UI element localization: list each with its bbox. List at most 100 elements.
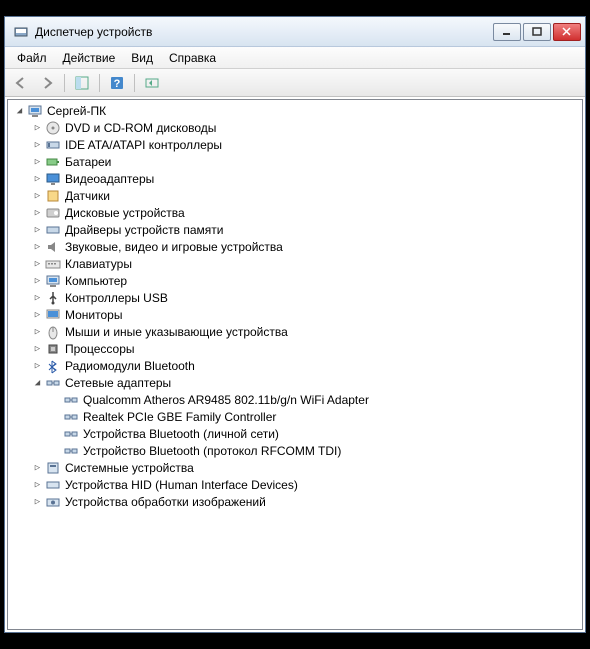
battery-icon xyxy=(45,154,61,170)
tree-device-node[interactable]: Realtek PCIe GBE Family Controller xyxy=(10,408,580,425)
expand-icon[interactable]: ▷ xyxy=(30,273,45,288)
mouse-icon xyxy=(45,324,61,340)
expand-icon[interactable]: ▷ xyxy=(30,341,45,356)
toolbar: ? xyxy=(5,69,585,97)
expand-icon[interactable]: ▷ xyxy=(30,324,45,339)
network-adapter-icon xyxy=(63,392,79,408)
expand-icon[interactable]: ▷ xyxy=(30,154,45,169)
tree-node-label: Устройство Bluetooth (протокол RFCOMM TD… xyxy=(83,444,341,458)
tree-category-node[interactable]: ▷ IDE ATA/ATAPI контроллеры xyxy=(10,136,580,153)
svg-text:?: ? xyxy=(114,78,121,90)
network-icon xyxy=(45,375,61,391)
expand-icon[interactable]: ▷ xyxy=(30,358,45,373)
tree-device-node[interactable]: Qualcomm Atheros AR9485 802.11b/g/n WiFi… xyxy=(10,391,580,408)
expand-icon[interactable]: ▷ xyxy=(30,307,45,322)
tree-root-node[interactable]: ◢ Сергей-ПК xyxy=(10,102,580,119)
tree-node-label: Дисковые устройства xyxy=(65,206,185,220)
network-adapter-icon xyxy=(63,409,79,425)
tree-node-label: Устройства обработки изображений xyxy=(65,495,266,509)
tree-node-label: IDE ATA/ATAPI контроллеры xyxy=(65,138,222,152)
expand-icon[interactable]: ▷ xyxy=(30,171,45,186)
tree-category-node[interactable]: ▷ Радиомодули Bluetooth xyxy=(10,357,580,374)
tree-category-node[interactable]: ▷ DVD и CD-ROM дисководы xyxy=(10,119,580,136)
tree-node-label: Драйверы устройств памяти xyxy=(65,223,223,237)
window-title: Диспетчер устройств xyxy=(35,25,493,39)
tree-node-label: Видеоадаптеры xyxy=(65,172,154,186)
tree-category-node[interactable]: ▷ Мониторы xyxy=(10,306,580,323)
expand-icon[interactable]: ▷ xyxy=(30,494,45,509)
tree-category-node[interactable]: ▷ Процессоры xyxy=(10,340,580,357)
collapse-icon[interactable]: ◢ xyxy=(12,103,27,118)
expand-icon[interactable]: ▷ xyxy=(30,137,45,152)
sound-icon xyxy=(45,239,61,255)
tree-node-label: Датчики xyxy=(65,189,110,203)
toolbar-separator xyxy=(64,74,65,92)
tree-category-node[interactable]: ▷ Драйверы устройств памяти xyxy=(10,221,580,238)
tree-node-label: Realtek PCIe GBE Family Controller xyxy=(83,410,276,424)
tree-category-node[interactable]: ▷ Датчики xyxy=(10,187,580,204)
forward-button[interactable] xyxy=(35,72,59,94)
expand-icon[interactable]: ▷ xyxy=(30,188,45,203)
show-hide-console-tree-button[interactable] xyxy=(70,72,94,94)
tree-category-node[interactable]: ▷ Компьютер xyxy=(10,272,580,289)
menu-file[interactable]: Файл xyxy=(9,49,55,67)
tree-category-node[interactable]: ▷ Батареи xyxy=(10,153,580,170)
expand-icon[interactable]: ▷ xyxy=(30,256,45,271)
titlebar[interactable]: Диспетчер устройств xyxy=(5,17,585,47)
tree-category-node[interactable]: ▷ Устройства HID (Human Interface Device… xyxy=(10,476,580,493)
expand-icon[interactable]: ▷ xyxy=(30,120,45,135)
back-button[interactable] xyxy=(9,72,33,94)
tree-node-label: Qualcomm Atheros AR9485 802.11b/g/n WiFi… xyxy=(83,393,369,407)
tree-device-node[interactable]: Устройства Bluetooth (личной сети) xyxy=(10,425,580,442)
menu-view[interactable]: Вид xyxy=(123,49,161,67)
expand-icon[interactable]: ▷ xyxy=(30,222,45,237)
collapse-icon[interactable]: ◢ xyxy=(30,375,45,390)
expand-icon[interactable]: ▷ xyxy=(30,477,45,492)
display-icon xyxy=(45,171,61,187)
minimize-button[interactable] xyxy=(493,23,521,41)
tree-category-node[interactable]: ▷ Клавиатуры xyxy=(10,255,580,272)
app-icon xyxy=(13,24,29,40)
device-tree[interactable]: ◢ Сергей-ПК ▷ DVD и CD-ROM дисководы ▷ I… xyxy=(7,99,583,630)
scan-hardware-button[interactable] xyxy=(140,72,164,94)
tree-node-label: Сергей-ПК xyxy=(47,104,106,118)
tree-node-label: Компьютер xyxy=(65,274,127,288)
maximize-button[interactable] xyxy=(523,23,551,41)
expand-icon[interactable]: ▷ xyxy=(30,290,45,305)
computer-icon xyxy=(45,273,61,289)
tree-category-node[interactable]: ▷ Звуковые, видео и игровые устройства xyxy=(10,238,580,255)
disk-icon xyxy=(45,205,61,221)
tree-node-label: Сетевые адаптеры xyxy=(65,376,171,390)
tree-node-label: Устройства Bluetooth (личной сети) xyxy=(83,427,279,441)
tree-category-node[interactable]: ▷ Мыши и иные указывающие устройства xyxy=(10,323,580,340)
network-adapter-icon xyxy=(63,426,79,442)
expand-icon[interactable]: ▷ xyxy=(30,460,45,475)
network-adapter-icon xyxy=(63,443,79,459)
tree-node-label: Мониторы xyxy=(65,308,122,322)
expand-icon[interactable]: ▷ xyxy=(30,205,45,220)
hid-icon xyxy=(45,477,61,493)
tree-category-node[interactable]: ▷ Видеоадаптеры xyxy=(10,170,580,187)
expand-icon[interactable]: ▷ xyxy=(30,239,45,254)
tree-category-node[interactable]: ▷ Контроллеры USB xyxy=(10,289,580,306)
menubar: Файл Действие Вид Справка xyxy=(5,47,585,69)
tree-node-label: Устройства HID (Human Interface Devices) xyxy=(65,478,298,492)
tree-node-label: Системные устройства xyxy=(65,461,194,475)
tree-category-node[interactable]: ▷ Устройства обработки изображений xyxy=(10,493,580,510)
tree-category-node[interactable]: ▷ Системные устройства xyxy=(10,459,580,476)
cpu-icon xyxy=(45,341,61,357)
help-button[interactable]: ? xyxy=(105,72,129,94)
tree-node-label: Процессоры xyxy=(65,342,135,356)
tree-node-label: Звуковые, видео и игровые устройства xyxy=(65,240,283,254)
menu-action[interactable]: Действие xyxy=(55,49,124,67)
tree-category-node[interactable]: ◢ Сетевые адаптеры xyxy=(10,374,580,391)
toolbar-separator xyxy=(134,74,135,92)
ide-icon xyxy=(45,137,61,153)
close-button[interactable] xyxy=(553,23,581,41)
tree-device-node[interactable]: Устройство Bluetooth (протокол RFCOMM TD… xyxy=(10,442,580,459)
tree-node-label: Мыши и иные указывающие устройства xyxy=(65,325,288,339)
tree-node-label: DVD и CD-ROM дисководы xyxy=(65,121,216,135)
menu-help[interactable]: Справка xyxy=(161,49,224,67)
usb-icon xyxy=(45,290,61,306)
tree-category-node[interactable]: ▷ Дисковые устройства xyxy=(10,204,580,221)
